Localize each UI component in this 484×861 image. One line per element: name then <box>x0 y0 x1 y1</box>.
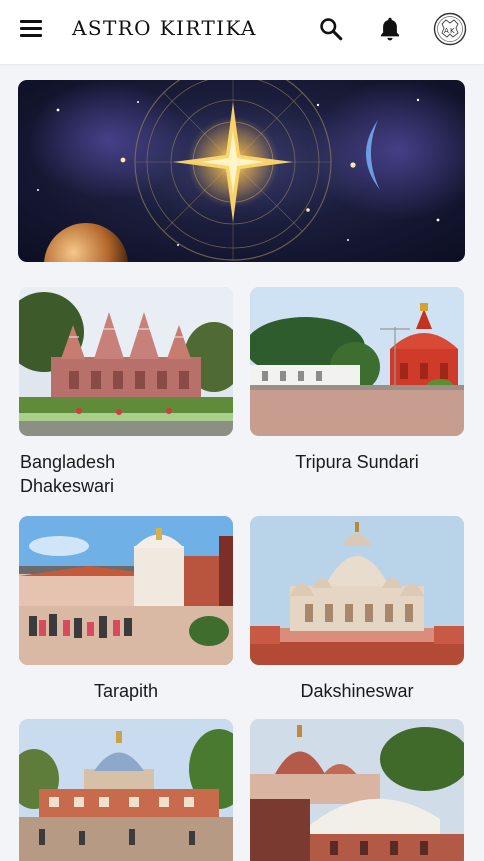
avatar-icon[interactable]: A K <box>432 11 468 47</box>
temple-card-dakshineswar[interactable]: Dakshineswar <box>250 516 464 703</box>
temple-photo <box>250 719 464 861</box>
temple-card-tarapith[interactable]: Tarapith <box>19 516 233 703</box>
top-app-bar: ASTRO KIRTIKA A K <box>0 0 484 64</box>
temple-card-dhakeswari[interactable]: Bangladesh Dhakeswari <box>19 287 233 498</box>
search-icon[interactable] <box>318 16 344 42</box>
temple-name: Tarapith <box>93 681 159 701</box>
bell-icon[interactable] <box>377 15 403 43</box>
temple-card[interactable] <box>19 719 233 861</box>
temple-photo <box>250 287 464 436</box>
temple-name: Tripura Sundari <box>295 452 419 472</box>
zodiac-banner[interactable] <box>18 80 465 262</box>
menu-icon[interactable] <box>18 17 48 41</box>
temple-name: Bangladesh Dhakeswari <box>20 452 116 496</box>
temple-card[interactable] <box>250 719 464 861</box>
temple-name: Dakshineswar <box>300 681 414 701</box>
temple-photo <box>19 719 233 861</box>
app-root: ASTRO KIRTIKA A K Bangladesh Dhakeswari … <box>0 0 484 861</box>
temple-photo <box>250 516 464 665</box>
temple-photo <box>19 287 233 436</box>
svg-text:K: K <box>450 27 455 35</box>
temple-photo <box>19 516 233 665</box>
app-title: ASTRO KIRTIKA <box>72 16 257 40</box>
temple-card-tripura-sundari[interactable]: Tripura Sundari <box>250 287 464 474</box>
svg-text:A: A <box>444 27 449 35</box>
